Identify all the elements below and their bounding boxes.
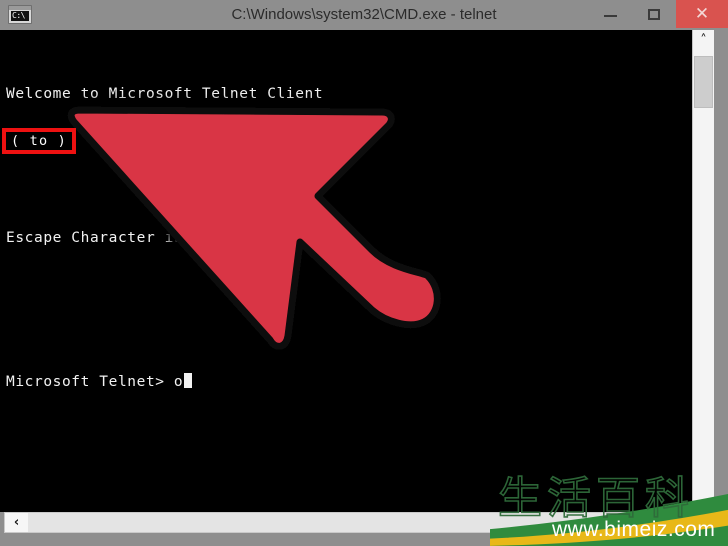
- window-controls: ✕: [588, 0, 728, 28]
- maximize-button[interactable]: [632, 0, 676, 28]
- highlight-box-label: ( to ): [6, 132, 72, 150]
- cmd-telnet-window: C:\ C:\Windows\system32\CMD.exe - telnet…: [0, 0, 728, 546]
- minimize-icon: [604, 15, 617, 17]
- vertical-scrollbar[interactable]: ˄: [692, 30, 714, 512]
- horizontal-scroll-track[interactable]: [28, 513, 691, 532]
- window-titlebar[interactable]: C:\ C:\Windows\system32\CMD.exe - telnet…: [0, 0, 728, 30]
- console-output-area[interactable]: Welcome to Microsoft Telnet Client Escap…: [0, 30, 692, 512]
- console-line: Welcome to Microsoft Telnet Client: [6, 86, 324, 102]
- vertical-scroll-thumb[interactable]: [694, 56, 713, 108]
- minimize-button[interactable]: [588, 0, 632, 28]
- console-text: Welcome to Microsoft Telnet Client Escap…: [6, 34, 323, 442]
- console-line: Escape Character is 'CTRL+]': [6, 230, 268, 246]
- close-icon: ✕: [694, 4, 710, 23]
- chevron-up-icon: ˄: [700, 33, 707, 48]
- horizontal-scrollbar[interactable]: ‹: [4, 512, 692, 533]
- scroll-left-button[interactable]: ‹: [5, 513, 28, 532]
- chevron-left-icon: ‹: [13, 515, 20, 530]
- scroll-up-button[interactable]: ˄: [693, 30, 714, 52]
- close-button[interactable]: ✕: [676, 0, 728, 28]
- highlight-box-to: ( to ): [2, 128, 76, 154]
- console-line-prompt: Microsoft Telnet> o: [6, 370, 323, 394]
- maximize-icon: [648, 9, 660, 20]
